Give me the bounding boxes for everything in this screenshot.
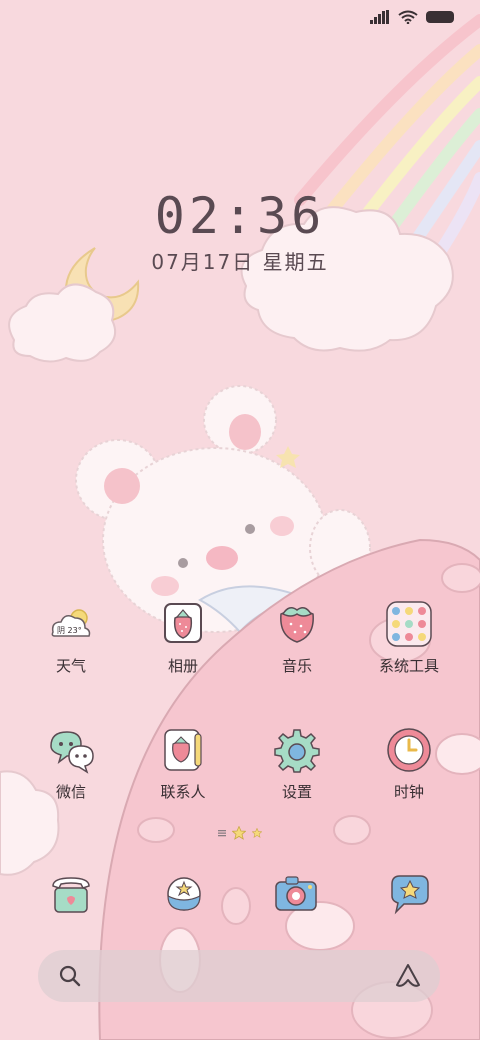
wifi-icon bbox=[398, 10, 418, 24]
strawberry-photo-icon bbox=[164, 603, 202, 643]
status-icons bbox=[370, 10, 456, 24]
page-dot-star-icon bbox=[252, 828, 262, 838]
telephone-icon bbox=[52, 877, 90, 913]
camera-icon bbox=[275, 876, 317, 911]
page-indicator[interactable] bbox=[218, 826, 262, 840]
app-contacts[interactable]: 联系人 bbox=[128, 726, 238, 802]
message-star-icon bbox=[391, 875, 429, 915]
wechat-icon bbox=[50, 731, 94, 774]
planet-icon bbox=[167, 877, 201, 911]
dock-browser[interactable] bbox=[154, 870, 214, 918]
app-system-tools[interactable]: 系统工具 bbox=[354, 600, 464, 676]
search-icon[interactable] bbox=[58, 964, 82, 988]
app-label-weather: 天气 bbox=[55, 657, 86, 675]
app-label-contacts: 联系人 bbox=[160, 783, 206, 801]
dock-messages[interactable] bbox=[380, 870, 440, 918]
app-music[interactable]: 音乐 bbox=[242, 600, 352, 676]
app-label-music: 音乐 bbox=[281, 657, 312, 675]
status-bar bbox=[0, 0, 480, 40]
assistant-icon[interactable] bbox=[394, 962, 422, 990]
clock-date: 07月17日 星期五 bbox=[151, 250, 329, 274]
app-clock[interactable]: 时钟 bbox=[354, 726, 464, 802]
page-dot-menu-icon bbox=[218, 830, 226, 837]
weather-icon: 阴 23° bbox=[51, 609, 91, 637]
app-weather[interactable]: 阴 23° 天气 bbox=[16, 600, 126, 676]
app-label-gallery: 相册 bbox=[167, 657, 198, 675]
app-label-clock: 时钟 bbox=[393, 783, 424, 801]
dock-phone[interactable] bbox=[41, 870, 101, 918]
clock-widget[interactable]: 02:36 07月17日 星期五 bbox=[0, 188, 480, 275]
weather-temp: 阴 23° bbox=[57, 626, 82, 635]
search-bar[interactable] bbox=[38, 950, 440, 1002]
battery-icon bbox=[426, 11, 454, 23]
clock-icon bbox=[387, 728, 431, 772]
app-wechat[interactable]: 微信 bbox=[16, 726, 126, 802]
page-dot-active-star-icon bbox=[232, 826, 246, 840]
signal-icon bbox=[370, 10, 389, 24]
clock-time: 02:36 bbox=[154, 187, 326, 245]
app-label-system-tools: 系统工具 bbox=[378, 657, 439, 675]
app-label-settings: 设置 bbox=[281, 783, 312, 801]
app-label-wechat: 微信 bbox=[55, 783, 86, 801]
dock-camera[interactable] bbox=[266, 870, 326, 918]
gear-icon bbox=[274, 729, 320, 773]
app-settings[interactable]: 设置 bbox=[242, 726, 352, 802]
contacts-icon bbox=[164, 729, 202, 771]
strawberry-music-icon bbox=[280, 607, 314, 643]
folder-icon bbox=[386, 601, 432, 647]
app-gallery[interactable]: 相册 bbox=[128, 600, 238, 676]
